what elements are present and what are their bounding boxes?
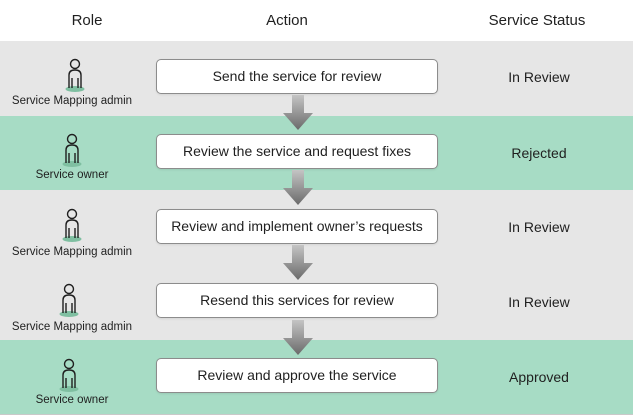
workflow-row-4: Service Mapping admin Resend this servic… [0,265,633,340]
status-text: Rejected [511,145,567,161]
header-role: Role [71,12,103,29]
action-step-5: Review and approve the service [156,358,438,393]
workflow-row-1: Service Mapping admin Send the service f… [0,41,633,116]
arrow-down-icon [283,320,313,355]
arrow-down-icon [283,170,313,205]
status-text: Approved [509,369,569,385]
person-icon [65,58,85,92]
person-icon [59,283,79,317]
header-service-status: Service Status [488,12,586,29]
table-header: Role Action Service Status [0,0,633,41]
role-label: Service Mapping admin [11,246,133,258]
action-step-4: Resend this services for review [156,283,438,318]
person-icon [59,358,79,392]
status-text: In Review [508,69,570,85]
role-label: Service owner [35,394,109,406]
status-text: In Review [508,219,570,235]
header-action: Action [266,12,308,29]
workflow-row-5: Service owner Review and approve the ser… [0,340,633,414]
status-text: In Review [508,294,570,310]
action-step-3: Review and implement owner’s requests [156,209,438,244]
role-label: Service owner [35,169,109,181]
role-label: Service Mapping admin [11,95,133,107]
person-icon [62,133,82,167]
person-icon [62,208,82,242]
arrow-down-icon [283,245,313,280]
workflow-row-2: Service owner Review the service and req… [0,116,633,190]
role-label: Service Mapping admin [11,321,133,333]
arrow-down-icon [283,95,313,130]
workflow-row-3: Service Mapping admin Review and impleme… [0,190,633,265]
action-step-2: Review the service and request fixes [156,134,438,169]
action-step-1: Send the service for review [156,59,438,94]
